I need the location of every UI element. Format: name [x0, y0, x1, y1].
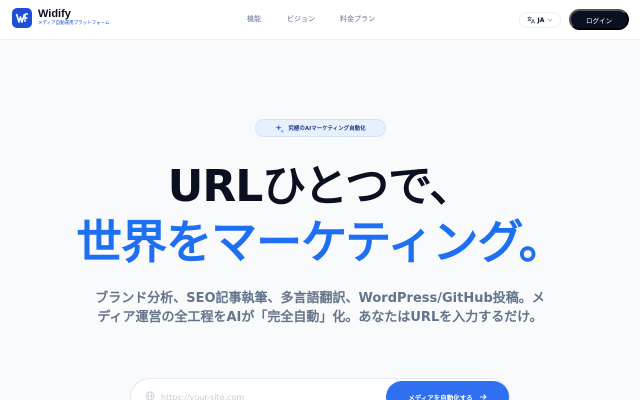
hero-badge: 究極のAIマーケティング自動化: [255, 119, 386, 137]
nav-item-features[interactable]: 機能: [247, 14, 261, 24]
login-button[interactable]: ログイン: [569, 9, 629, 30]
site-header: Widify メディア自動運用プラットフォーム 機能 ビジョン 料金プラン JA…: [0, 0, 640, 40]
automate-media-button-label: メディアを自動化する: [408, 394, 473, 400]
nav-item-pricing[interactable]: 料金プラン: [340, 14, 375, 24]
brand-name: Widify: [38, 8, 71, 20]
url-input[interactable]: [161, 389, 381, 400]
brand-tagline: メディア自動運用プラットフォーム: [38, 21, 110, 26]
language-label: JA: [537, 16, 545, 24]
nav-item-vision[interactable]: ビジョン: [287, 14, 315, 24]
url-form: メディアを自動化する: [130, 378, 510, 400]
hero-badge-label: 究極のAIマーケティング自動化: [288, 126, 366, 132]
brand-logo-icon: [12, 8, 32, 28]
chevron-down-icon: [548, 18, 553, 22]
translate-icon: [527, 16, 535, 24]
arrow-right-icon: [479, 394, 487, 400]
sparkle-icon: [275, 123, 285, 133]
automate-media-button[interactable]: メディアを自動化する: [386, 381, 509, 400]
hero-subcopy: ブランド分析、SEO記事執筆、多言語翻訳、WordPress/GitHub投稿。…: [95, 291, 545, 325]
language-switcher[interactable]: JA: [519, 12, 561, 28]
headline-line-2: 世界をマーケティング。: [76, 215, 565, 269]
headline-line-1: URLひとつで、: [167, 161, 474, 212]
brand[interactable]: Widify メディア自動運用プラットフォーム: [12, 8, 110, 28]
globe-icon: [145, 391, 155, 400]
